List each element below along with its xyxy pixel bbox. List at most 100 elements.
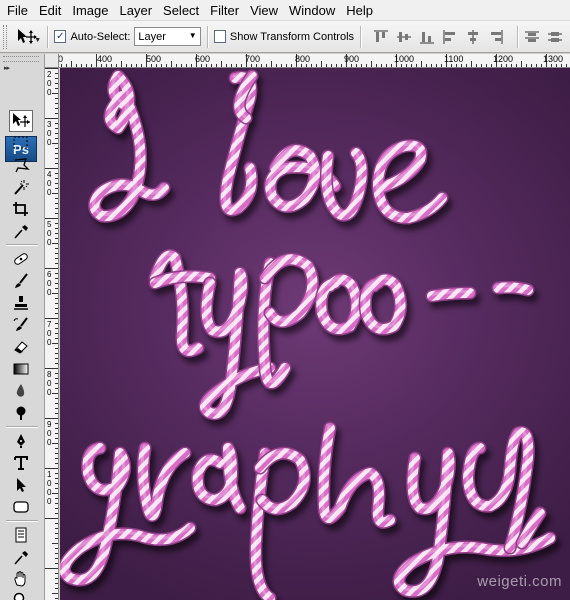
- show-transform-label: Show Transform Controls: [229, 30, 355, 43]
- photoshop-window: File Edit Image Layer Select Filter View…: [0, 0, 570, 600]
- dodge-icon: [16, 406, 26, 420]
- ruler-label: 0: [47, 497, 52, 506]
- menu-view[interactable]: View: [246, 1, 285, 20]
- gradient-icon: [13, 363, 29, 375]
- separator: [6, 426, 38, 427]
- distribute-vertical-centers-icon[interactable]: [547, 29, 563, 45]
- menu-edit[interactable]: Edit: [35, 1, 68, 20]
- eyedropper-icon: [14, 551, 28, 565]
- tools-panel-grip[interactable]: [3, 56, 39, 62]
- ruler-origin[interactable]: [45, 54, 59, 68]
- separator: [6, 520, 38, 521]
- ruler-label: 0: [47, 429, 52, 438]
- menu-bar: File Edit Image Layer Select Filter View…: [0, 0, 570, 21]
- ruler-label: 0: [47, 279, 52, 288]
- history-brush-icon: [13, 317, 28, 331]
- collapse-arrows-icon[interactable]: ▸▸: [4, 64, 10, 72]
- align-right-edges-icon[interactable]: [488, 29, 504, 45]
- brush-tool-button[interactable]: [9, 270, 33, 292]
- notes-tool-button[interactable]: [9, 524, 33, 546]
- auto-select-checkbox[interactable]: ✓: [54, 30, 67, 43]
- align-vertical-centers-icon[interactable]: [396, 29, 412, 45]
- document-canvas[interactable]: weigeti.com: [60, 68, 570, 600]
- eraser-tool-button[interactable]: [9, 336, 33, 358]
- ruler-label: 1000: [394, 54, 415, 64]
- align-bottom-edges-icon[interactable]: [419, 29, 435, 45]
- menu-help[interactable]: Help: [342, 1, 380, 20]
- ruler-label: 900: [344, 54, 360, 64]
- type-tool-button[interactable]: [9, 452, 33, 474]
- ruler-label: 400: [97, 54, 113, 64]
- ruler-label: 0: [47, 288, 52, 297]
- menu-select[interactable]: Select: [159, 1, 206, 20]
- lasso-icon: [14, 158, 30, 173]
- separator: [47, 25, 49, 48]
- zoom-tool-button[interactable]: [9, 588, 33, 600]
- notes-icon: [15, 527, 27, 543]
- distribute-top-icon[interactable]: [524, 29, 540, 45]
- clone-stamp-tool-button[interactable]: [9, 292, 33, 314]
- path-selection-tool-button[interactable]: [9, 474, 33, 496]
- vertical-ruler[interactable]: 2003004005006007008009001000: [45, 68, 59, 600]
- move-tool-button[interactable]: [9, 110, 33, 132]
- healing-brush-tool-button[interactable]: [9, 248, 33, 270]
- ruler-label: 500: [146, 54, 162, 64]
- menu-image[interactable]: Image: [68, 1, 115, 20]
- ruler-label: 4: [47, 170, 52, 179]
- crop-tool-button[interactable]: [9, 198, 33, 220]
- history-brush-tool-button[interactable]: [9, 314, 33, 336]
- chevron-down-icon: ▼: [34, 36, 42, 44]
- align-left-edges-icon[interactable]: [442, 29, 458, 45]
- options-bar-grip[interactable]: [3, 24, 7, 49]
- magic-wand-icon: [14, 180, 29, 195]
- ruler-label: 0: [47, 238, 52, 247]
- ruler-label: 0: [47, 379, 52, 388]
- ruler-label: 1: [47, 470, 52, 479]
- ruler-label: 0: [47, 388, 52, 397]
- hand-tool-button[interactable]: [9, 568, 33, 590]
- gradient-tool-button[interactable]: [9, 358, 33, 380]
- watermark: weigeti.com: [477, 573, 562, 590]
- bandage-icon: [14, 253, 28, 265]
- ruler-label: 700: [245, 54, 261, 64]
- eyedropper-icon: [14, 225, 28, 239]
- ruler-label: 0: [47, 438, 52, 447]
- magic-wand-tool-button[interactable]: [9, 176, 33, 198]
- marquee-icon: [13, 136, 28, 149]
- separator: [516, 25, 518, 48]
- dodge-tool-button[interactable]: [9, 402, 33, 424]
- blur-tool-button[interactable]: [9, 380, 33, 402]
- menu-layer[interactable]: Layer: [116, 1, 160, 20]
- lasso-tool-button[interactable]: [9, 154, 33, 176]
- magnifier-icon: [13, 592, 25, 600]
- align-top-edges-icon[interactable]: [373, 29, 389, 45]
- ruler-label: 0: [47, 329, 52, 338]
- ruler-label: 0: [47, 338, 52, 347]
- horizontal-ruler[interactable]: 300 400 500 600 700 800 900 1000 1100 12…: [45, 54, 570, 68]
- ruler-label: 0: [47, 129, 52, 138]
- eyedropper-tool-button[interactable]: [9, 220, 33, 242]
- pen-icon: [17, 434, 25, 448]
- ruler-label: 0: [47, 88, 52, 97]
- ruler-label: 0: [47, 79, 52, 88]
- marquee-tool-button[interactable]: [9, 132, 33, 154]
- candy-cane-lettering-artwork: [60, 69, 557, 600]
- show-transform-checkbox[interactable]: [213, 30, 226, 43]
- auto-select-target-dropdown[interactable]: Layer ▼: [134, 27, 201, 46]
- menu-file[interactable]: File: [3, 1, 35, 20]
- ruler-label: 6: [47, 270, 52, 279]
- tool-preset-picker[interactable]: ▼: [13, 25, 41, 49]
- align-horizontal-centers-icon[interactable]: [465, 29, 481, 45]
- ruler-label: 0: [47, 138, 52, 147]
- path-selection-arrow-icon: [17, 478, 26, 492]
- ruler-label: 1200: [493, 54, 514, 64]
- blur-drop-icon: [16, 384, 25, 397]
- menu-filter[interactable]: Filter: [206, 1, 246, 20]
- eyedropper-tool-2-button[interactable]: [9, 546, 33, 568]
- menu-window[interactable]: Window: [285, 1, 342, 20]
- shape-tool-button[interactable]: [9, 496, 33, 518]
- pen-tool-button[interactable]: [9, 430, 33, 452]
- ruler-label: 7: [47, 320, 52, 329]
- hand-icon: [14, 571, 26, 587]
- ruler-label: 9: [47, 420, 52, 429]
